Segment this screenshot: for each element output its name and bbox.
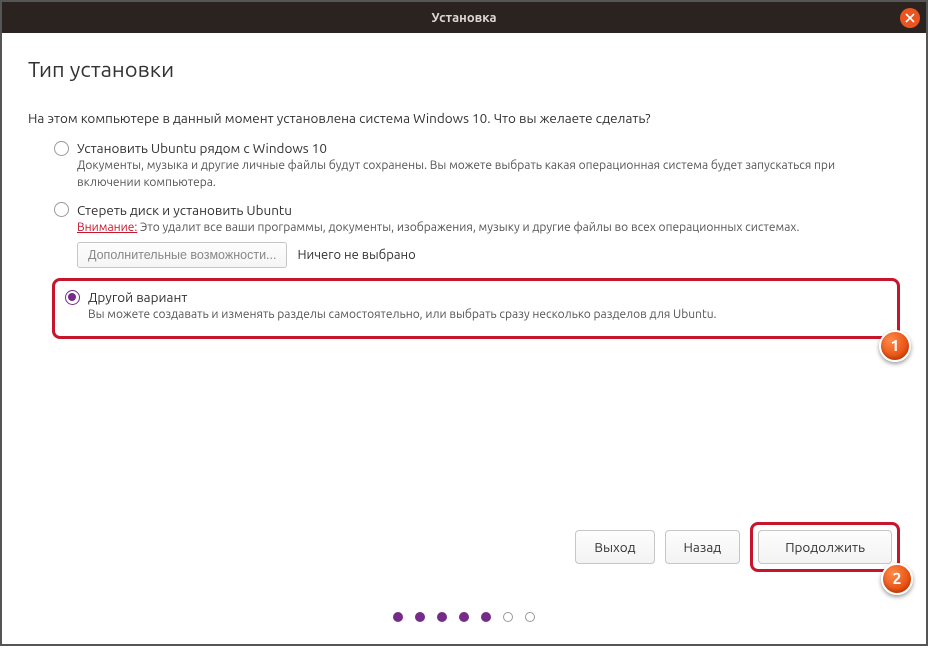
page-title: Тип установки (28, 57, 900, 82)
window-title: Установка (2, 11, 926, 25)
progress-dots (393, 612, 535, 622)
back-button[interactable]: Назад (665, 530, 741, 564)
progress-dot (503, 612, 513, 622)
option-alongside-label[interactable]: Установить Ubuntu рядом с Windows 10 (77, 140, 327, 156)
option-something-else: Другой вариант Вы можете создавать и изм… (65, 289, 887, 324)
progress-dot (459, 612, 469, 622)
radio-alongside[interactable] (54, 141, 69, 156)
progress-dot (415, 612, 425, 622)
continue-button[interactable]: Продолжить (758, 530, 892, 564)
option-erase-disk: Стереть диск и установить Ubuntu Внимани… (54, 202, 900, 269)
close-icon (905, 13, 915, 23)
progress-dot (437, 612, 447, 622)
option-erase-desc: Внимание: Это удалит все ваши программы,… (77, 220, 900, 237)
window-frame: Установка Тип установки На этом компьюте… (0, 0, 928, 646)
install-options: Установить Ubuntu рядом с Windows 10 Док… (54, 140, 900, 339)
option-other-label[interactable]: Другой вариант (88, 289, 187, 305)
option-alongside-desc: Документы, музыка и другие личные файлы … (77, 158, 900, 192)
close-button[interactable] (900, 8, 920, 28)
advanced-status: Ничего не выбрано (297, 248, 415, 262)
highlight-other-option: Другой вариант Вы можете создавать и изм… (52, 278, 900, 339)
option-erase-label[interactable]: Стереть диск и установить Ubuntu (77, 202, 292, 218)
radio-erase[interactable] (54, 202, 69, 217)
titlebar: Установка (2, 2, 926, 33)
warning-prefix: Внимание: (77, 221, 137, 234)
progress-dot (525, 612, 535, 622)
highlight-continue: Продолжить 2 (750, 522, 900, 572)
advanced-features-button[interactable]: Дополнительные возможности... (77, 242, 287, 268)
progress-dot (481, 612, 491, 622)
navigation-buttons: Выход Назад Продолжить 2 (575, 522, 900, 572)
advanced-row: Дополнительные возможности... Ничего не … (77, 242, 900, 268)
callout-badge-2: 2 (881, 563, 913, 595)
content-area: Тип установки На этом компьютере в данны… (2, 33, 926, 644)
intro-text: На этом компьютере в данный момент устан… (28, 110, 900, 126)
callout-badge-1: 1 (879, 330, 911, 362)
option-erase-desc-rest: Это удалит все ваши программы, документы… (137, 221, 799, 234)
progress-dot (393, 612, 403, 622)
option-install-alongside: Установить Ubuntu рядом с Windows 10 Док… (54, 140, 900, 192)
radio-other[interactable] (65, 290, 80, 305)
option-other-desc: Вы можете создавать и изменять разделы с… (88, 307, 887, 324)
quit-button[interactable]: Выход (575, 530, 654, 564)
